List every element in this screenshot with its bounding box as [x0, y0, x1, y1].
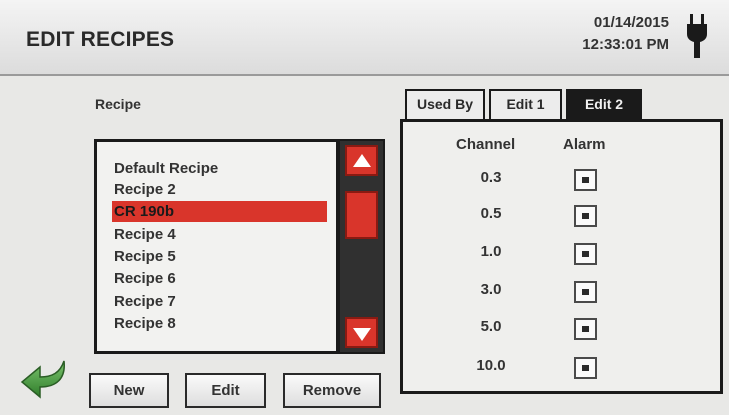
channel-value: 5.0 [480, 318, 502, 335]
alarm-checkbox[interactable] [574, 243, 597, 265]
alarm-checkbox[interactable] [574, 318, 597, 340]
new-button[interactable]: New [89, 373, 169, 408]
checkbox-mark [582, 326, 589, 332]
channel-value: 0.3 [480, 169, 502, 186]
alarm-checkbox[interactable] [574, 205, 597, 227]
recipe-list[interactable]: Default Recipe Recipe 2 CR 190b Recipe 4… [94, 139, 339, 354]
arrow-up-icon [353, 154, 371, 167]
channel-value: 0.5 [480, 205, 502, 222]
channel-value: 3.0 [480, 281, 502, 298]
tab-used-by[interactable]: Used By [405, 89, 485, 119]
checkbox-mark [582, 365, 589, 371]
list-item[interactable]: Recipe 8 [112, 313, 327, 334]
alarm-panel [400, 119, 723, 394]
list-item[interactable]: Recipe 5 [112, 246, 327, 267]
arrow-down-icon [353, 328, 371, 341]
channel-value: 1.0 [480, 243, 502, 260]
checkbox-mark [582, 177, 589, 183]
channel-value: 10.0 [476, 357, 506, 374]
list-item[interactable]: Recipe 4 [112, 224, 327, 245]
scroll-down-button[interactable] [345, 317, 378, 348]
alarm-checkbox[interactable] [574, 281, 597, 303]
recipe-label: Recipe [95, 96, 141, 112]
remove-button[interactable]: Remove [283, 373, 381, 408]
alarm-header: Alarm [563, 136, 606, 153]
plug-icon [687, 14, 707, 58]
scroll-thumb[interactable] [345, 191, 378, 239]
checkbox-mark [582, 251, 589, 257]
tab-edit-2[interactable]: Edit 2 [566, 89, 642, 119]
list-item[interactable]: Recipe 7 [112, 291, 327, 312]
checkbox-mark [582, 289, 589, 295]
list-item[interactable]: Recipe 2 [112, 179, 327, 200]
time-display: 12:33:01 PM [582, 36, 669, 53]
list-item[interactable]: Default Recipe [112, 158, 327, 179]
scroll-up-button[interactable] [345, 145, 378, 176]
checkbox-mark [582, 213, 589, 219]
recipe-scrollbar[interactable] [338, 139, 385, 354]
channel-header: Channel [456, 136, 516, 153]
date-display: 01/14/2015 [593, 14, 669, 31]
alarm-checkbox[interactable] [574, 169, 597, 191]
edit-button[interactable]: Edit [185, 373, 266, 408]
alarm-checkbox[interactable] [574, 357, 597, 379]
list-item[interactable]: Recipe 6 [112, 268, 327, 289]
page-title: EDIT RECIPES [26, 28, 175, 51]
tab-edit-1[interactable]: Edit 1 [489, 89, 562, 119]
list-item-selected[interactable]: CR 190b [112, 201, 327, 222]
back-arrow-icon[interactable] [18, 357, 70, 403]
header-bar: EDIT RECIPES 01/14/2015 12:33:01 PM [0, 0, 729, 76]
